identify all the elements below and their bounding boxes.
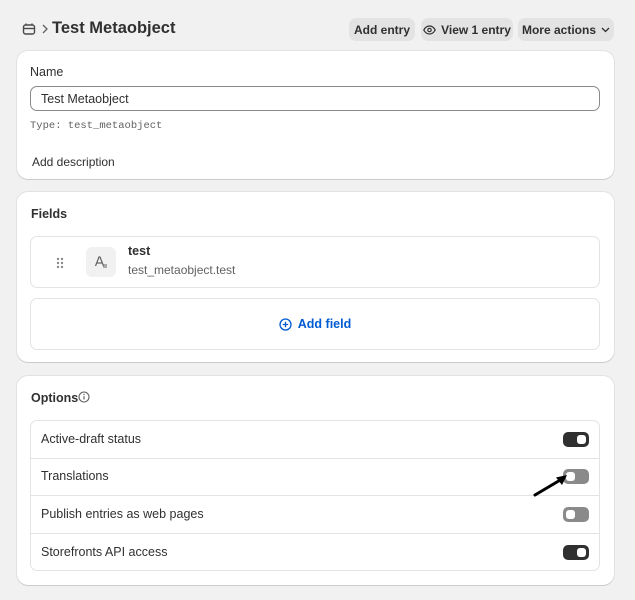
- add-entry-button[interactable]: Add entry: [349, 18, 415, 41]
- breadcrumb-chevron-icon: [42, 24, 48, 34]
- option-active-draft-status: Active-draft status: [31, 421, 599, 459]
- option-storefronts-api-access: Storefronts API access: [31, 534, 599, 572]
- option-translations: Translations: [31, 458, 599, 496]
- more-actions-button[interactable]: More actions: [518, 18, 614, 41]
- chevron-down-icon: [601, 27, 610, 32]
- info-icon[interactable]: [78, 391, 90, 403]
- name-input[interactable]: [30, 86, 600, 111]
- add-description-button[interactable]: Add description: [32, 155, 115, 169]
- options-card: Options Active-draft status Translations…: [17, 376, 614, 585]
- fields-card: Fields test test_metaobject.test Add fie…: [17, 192, 614, 362]
- option-label: Publish entries as web pages: [41, 507, 204, 521]
- type-handle-hint: Type: test_metaobject: [30, 120, 162, 132]
- eye-icon: [423, 24, 436, 35]
- annotation-arrow-icon: [533, 475, 567, 497]
- name-label: Name: [30, 65, 64, 79]
- publish-web-pages-toggle[interactable]: [563, 507, 589, 522]
- field-key: test_metaobject.test: [128, 263, 236, 277]
- option-publish-web-pages: Publish entries as web pages: [31, 496, 599, 534]
- text-field-icon: [86, 247, 116, 277]
- drag-handle-icon[interactable]: [55, 256, 65, 270]
- option-label: Storefronts API access: [41, 545, 168, 559]
- plus-circle-icon: [279, 317, 292, 331]
- field-row[interactable]: test test_metaobject.test: [30, 236, 600, 288]
- add-field-label: Add field: [297, 317, 352, 331]
- name-card: Name Type: test_metaobject Add descripti…: [17, 51, 614, 179]
- metaobject-icon[interactable]: [22, 22, 36, 36]
- add-field-button[interactable]: Add field: [30, 298, 600, 350]
- active-draft-status-toggle[interactable]: [563, 432, 589, 447]
- type-prefix: Type:: [30, 120, 62, 132]
- option-label: Translations: [41, 469, 109, 483]
- option-label: Active-draft status: [41, 432, 142, 446]
- options-list: Active-draft status Translations Publish…: [30, 420, 600, 571]
- storefronts-api-access-toggle[interactable]: [563, 545, 589, 560]
- type-handle: test_metaobject: [67, 120, 163, 132]
- view-entries-label: View 1 entry: [441, 22, 511, 37]
- fields-heading: Fields: [31, 207, 68, 221]
- options-heading: Options: [31, 391, 79, 405]
- more-actions-label: More actions: [521, 22, 596, 37]
- view-entries-button[interactable]: View 1 entry: [421, 18, 513, 41]
- page-title: Test Metaobject: [52, 19, 176, 37]
- field-name: test: [128, 244, 151, 258]
- add-entry-label: Add entry: [353, 22, 410, 37]
